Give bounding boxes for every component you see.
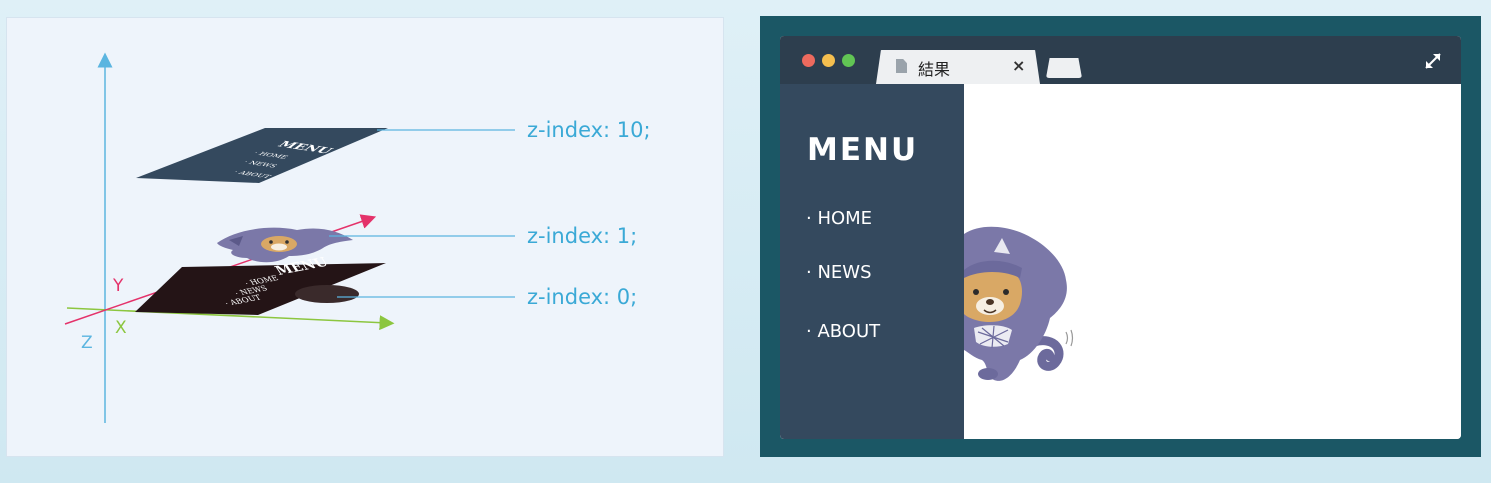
- browser-window: 結果 × MENU · HOME · NEWS · ABOUT: [780, 36, 1461, 439]
- z-axis-label: Z: [81, 333, 93, 353]
- y-axis-label: Y: [112, 276, 124, 296]
- layer-z10: MENU · HOME · NEWS · ABOUT: [136, 128, 388, 183]
- browser-frame: 結果 × MENU · HOME · NEWS · ABOUT: [760, 16, 1481, 457]
- browser-titlebar: 結果 ×: [780, 36, 1461, 84]
- nav-item-news[interactable]: · NEWS: [806, 262, 872, 283]
- z-index-label-0: z-index: 0;: [527, 285, 637, 309]
- new-tab-button[interactable]: [1046, 58, 1082, 78]
- tab-title: 結果: [918, 60, 951, 79]
- ninja-cat-mascot: [964, 226, 1074, 381]
- z-index-label-1: z-index: 1;: [527, 224, 637, 248]
- window-close-button[interactable]: [802, 54, 815, 67]
- x-axis-label: X: [115, 318, 127, 338]
- document-icon: [896, 59, 907, 73]
- page-content: MENU · HOME · NEWS · ABOUT: [780, 84, 1461, 439]
- nav-item-home[interactable]: · HOME: [806, 208, 872, 229]
- tab-result[interactable]: 結果 ×: [876, 50, 1040, 84]
- z-index-label-10: z-index: 10;: [527, 118, 651, 142]
- menu-title: MENU: [807, 132, 919, 168]
- layer-z0: MENU · HOME · NEWS · ABOUT: [135, 255, 386, 315]
- sidebar-menu: MENU · HOME · NEWS · ABOUT: [780, 84, 964, 439]
- tab-close-button[interactable]: ×: [1012, 56, 1025, 75]
- expand-arrows-icon[interactable]: [1422, 50, 1444, 72]
- nav-item-about[interactable]: · ABOUT: [806, 321, 880, 342]
- z-index-diagram-panel: Y X Z MENU · HOME · NEWS · ABOUT MENU · …: [6, 17, 724, 457]
- window-minimize-button[interactable]: [822, 54, 835, 67]
- window-zoom-button[interactable]: [842, 54, 855, 67]
- mascot-shadow: [295, 285, 359, 303]
- z-index-diagram: Y X Z MENU · HOME · NEWS · ABOUT MENU · …: [64, 52, 651, 423]
- layer-z1-mascot: [217, 227, 353, 263]
